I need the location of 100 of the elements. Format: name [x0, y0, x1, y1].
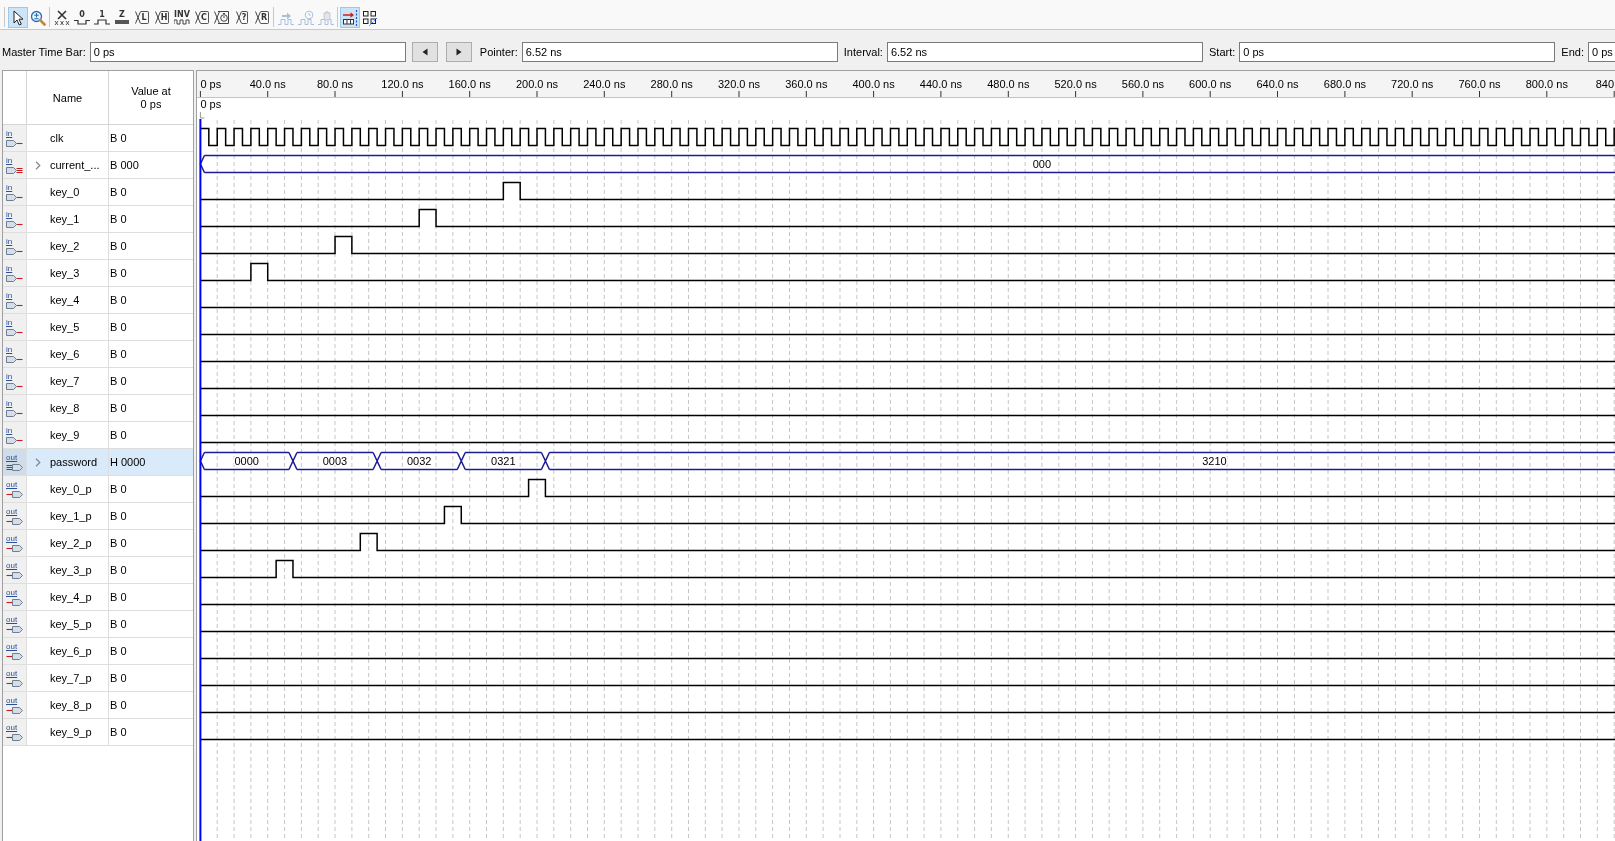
- signal-row[interactable]: in key_5 B 0: [3, 314, 193, 341]
- signal-name: clk: [50, 132, 64, 144]
- signal-row[interactable]: in key_4 B 0: [3, 287, 193, 314]
- signal-name: key_5: [50, 321, 80, 333]
- time-tick-label: 760.0 ns: [1458, 78, 1501, 90]
- time-tick-label: 440.0 ns: [919, 78, 962, 90]
- signal-row[interactable]: in key_7 B 0: [3, 368, 193, 395]
- signal-value: B 000: [110, 159, 139, 171]
- signal-row[interactable]: in key_6 B 0: [3, 341, 193, 368]
- pin-label: in: [6, 130, 13, 138]
- pulse-wave-icon: [94, 19, 110, 25]
- chevron-right-icon[interactable]: [35, 160, 41, 170]
- waveform-hand-icon: [318, 9, 334, 26]
- pin-label: out: [6, 724, 18, 732]
- pin-label: out: [6, 697, 18, 705]
- waveform-clock-icon: [298, 9, 314, 26]
- pin-arrow-icon: [6, 166, 23, 175]
- invert-button[interactable]: INV: [172, 7, 192, 28]
- time-input-field[interactable]: 6.52 ns: [886, 42, 1203, 62]
- pin-label: in: [6, 211, 13, 219]
- time-input-field[interactable]: 0 ps: [1239, 42, 1556, 62]
- column-header: Name: [52, 91, 83, 104]
- snap-tool-button[interactable]: [340, 7, 360, 28]
- signal-row[interactable]: out key_2_p B 0: [3, 530, 193, 557]
- time-tick-label: 240.0 ns: [583, 78, 626, 90]
- low-value-button[interactable]: 0: [72, 7, 92, 28]
- signal-name: key_8_p: [50, 699, 92, 711]
- value-tool-button[interactable]: ?: [232, 7, 252, 28]
- pin-label: in: [6, 238, 13, 246]
- signal-value: B 0: [110, 240, 127, 252]
- signal-row[interactable]: out key_6_p B 0: [3, 638, 193, 665]
- time-tick-label: 40.0 ns: [249, 78, 286, 90]
- next-button[interactable]: [445, 42, 472, 62]
- pin-label: out: [6, 481, 18, 489]
- signal-row[interactable]: out key_7_p B 0: [3, 665, 193, 692]
- time-tick-label: 520.0 ns: [1054, 78, 1097, 90]
- signal-row[interactable]: in current_... B 000: [3, 152, 193, 179]
- pin-arrow-icon: [6, 409, 23, 418]
- signal-value: B 0: [110, 402, 127, 414]
- cross-wave-icon: [54, 9, 70, 26]
- value-tool-button[interactable]: C: [192, 7, 212, 28]
- signal-row[interactable]: out key_5_p B 0: [3, 611, 193, 638]
- signal-row[interactable]: out key_0_p B 0: [3, 476, 193, 503]
- value-tool-button[interactable]: R: [252, 7, 272, 28]
- signal-name: key_6: [50, 348, 80, 360]
- signal-row[interactable]: in key_8 B 0: [3, 395, 193, 422]
- previous-button[interactable]: [411, 42, 438, 62]
- time-tick-label: 640.0 ns: [1256, 78, 1299, 90]
- high-value-button[interactable]: 1: [92, 7, 112, 28]
- signal-row[interactable]: out key_1_p B 0: [3, 503, 193, 530]
- time-bar-cursor[interactable]: [199, 118, 202, 841]
- signal-name: key_4_p: [50, 591, 92, 603]
- field-label: End:: [1561, 46, 1584, 58]
- dip-wave-icon: [74, 19, 90, 25]
- signal-row[interactable]: out password H 0000: [3, 449, 193, 476]
- time-input-field[interactable]: 0 ps: [89, 42, 406, 62]
- pin-label: in: [6, 319, 13, 327]
- bus-value-label: 0321: [491, 455, 516, 467]
- bus-crossing-icon: [154, 11, 161, 24]
- signal-value: B 0: [110, 186, 127, 198]
- pin-label: in: [6, 292, 13, 300]
- time-input-field[interactable]: 6.52 ns: [521, 42, 838, 62]
- pin-label: out: [6, 454, 18, 462]
- signal-value: B 0: [110, 375, 127, 387]
- signal-row[interactable]: out key_8_p B 0: [3, 692, 193, 719]
- signal-row[interactable]: out key_9_p B 0: [3, 719, 193, 746]
- pin-label: out: [6, 535, 18, 543]
- magnifier-icon: [30, 9, 46, 26]
- signal-row[interactable]: in key_2 B 0: [3, 233, 193, 260]
- signal-name: key_9_p: [50, 726, 92, 738]
- bus-value-label: 000: [1032, 158, 1052, 170]
- pin-label: out: [6, 508, 18, 516]
- signal-row[interactable]: in clk B 0: [3, 125, 193, 152]
- time-tick-label: 120.0 ns: [381, 78, 424, 90]
- unknown-value-button[interactable]: [52, 7, 72, 28]
- pin-arrow-icon: [6, 625, 23, 634]
- pin-arrow-icon: [6, 598, 23, 607]
- signal-value: B 0: [110, 537, 127, 549]
- pin-arrow-icon: [6, 193, 23, 202]
- signal-value: B 0: [110, 591, 127, 603]
- signal-row[interactable]: in key_1 B 0: [3, 206, 193, 233]
- signal-name: key_3: [50, 267, 80, 279]
- signal-name: key_7_p: [50, 672, 92, 684]
- pointer-tool-button[interactable]: [8, 7, 28, 28]
- signal-row[interactable]: out key_3_p B 0: [3, 557, 193, 584]
- signal-value: B 0: [110, 618, 127, 630]
- bus-value-label: 0000: [234, 455, 259, 467]
- signal-row[interactable]: out key_4_p B 0: [3, 584, 193, 611]
- value-tool-button[interactable]: H: [152, 7, 172, 28]
- signal-row[interactable]: in key_0 B 0: [3, 179, 193, 206]
- value-tool-button[interactable]: L: [132, 7, 152, 28]
- chevron-right-icon[interactable]: [35, 457, 41, 467]
- signal-value: B 0: [110, 564, 127, 576]
- time-input-field[interactable]: 0 ps: [1588, 42, 1615, 62]
- time-bar-label: 0 ps: [200, 98, 222, 110]
- time-tick-label: 800.0 ns: [1525, 78, 1568, 90]
- time-tick-label: 840: [1595, 78, 1614, 90]
- high-impedance-button[interactable]: Z: [112, 7, 132, 28]
- signal-value: B 0: [110, 510, 127, 522]
- signal-row[interactable]: in key_3 B 0: [3, 260, 193, 287]
